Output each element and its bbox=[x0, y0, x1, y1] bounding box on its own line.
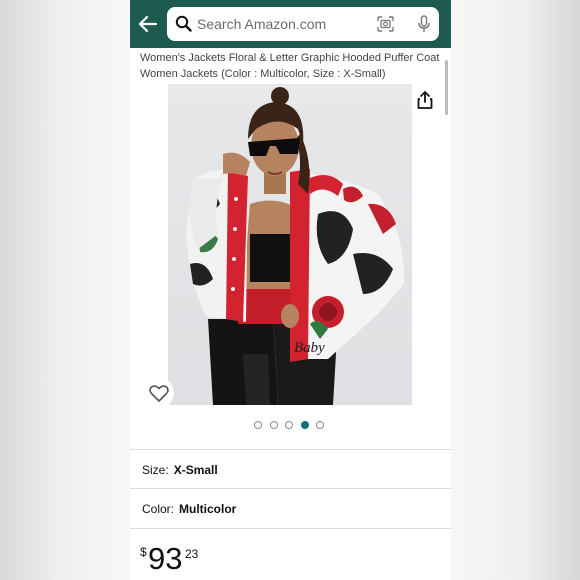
product-image[interactable]: Baby bbox=[168, 84, 412, 405]
search-box[interactable] bbox=[167, 7, 439, 41]
search-icon bbox=[175, 15, 192, 32]
phone-screen: Women's Jackets Floral & Letter Graphic … bbox=[130, 0, 451, 580]
microphone-icon[interactable] bbox=[418, 15, 430, 33]
size-row[interactable]: Size: X-Small bbox=[142, 463, 218, 477]
color-value: Multicolor bbox=[179, 502, 237, 516]
size-label: Size: bbox=[142, 463, 169, 477]
scrollbar-thumb[interactable] bbox=[445, 60, 448, 115]
heart-icon bbox=[149, 385, 169, 402]
search-input[interactable] bbox=[197, 7, 367, 41]
price-currency: $ bbox=[140, 545, 147, 559]
divider bbox=[130, 449, 451, 450]
carousel-dot-1[interactable] bbox=[254, 421, 262, 429]
camera-lens-icon[interactable] bbox=[377, 16, 394, 32]
carousel-dot-5[interactable] bbox=[316, 421, 324, 429]
jacket-print-text: Baby bbox=[294, 340, 325, 356]
carousel-dot-4[interactable] bbox=[300, 421, 309, 429]
price-fraction: 23 bbox=[185, 547, 199, 561]
size-value: X-Small bbox=[173, 463, 218, 477]
wishlist-heart-button[interactable] bbox=[144, 378, 174, 408]
top-bar bbox=[130, 0, 451, 48]
price-whole: 93 bbox=[148, 541, 183, 576]
product-title: Women's Jackets Floral & Letter Graphic … bbox=[140, 52, 440, 80]
model-photo: Baby bbox=[186, 87, 405, 405]
color-row[interactable]: Color: Multicolor bbox=[142, 502, 236, 516]
share-icon[interactable] bbox=[416, 90, 434, 110]
color-label: Color: bbox=[142, 502, 175, 516]
carousel-dot-3[interactable] bbox=[285, 421, 293, 429]
divider bbox=[130, 528, 451, 529]
carousel-dot-2[interactable] bbox=[269, 421, 278, 429]
back-arrow-icon[interactable] bbox=[138, 14, 158, 34]
divider bbox=[130, 488, 451, 489]
